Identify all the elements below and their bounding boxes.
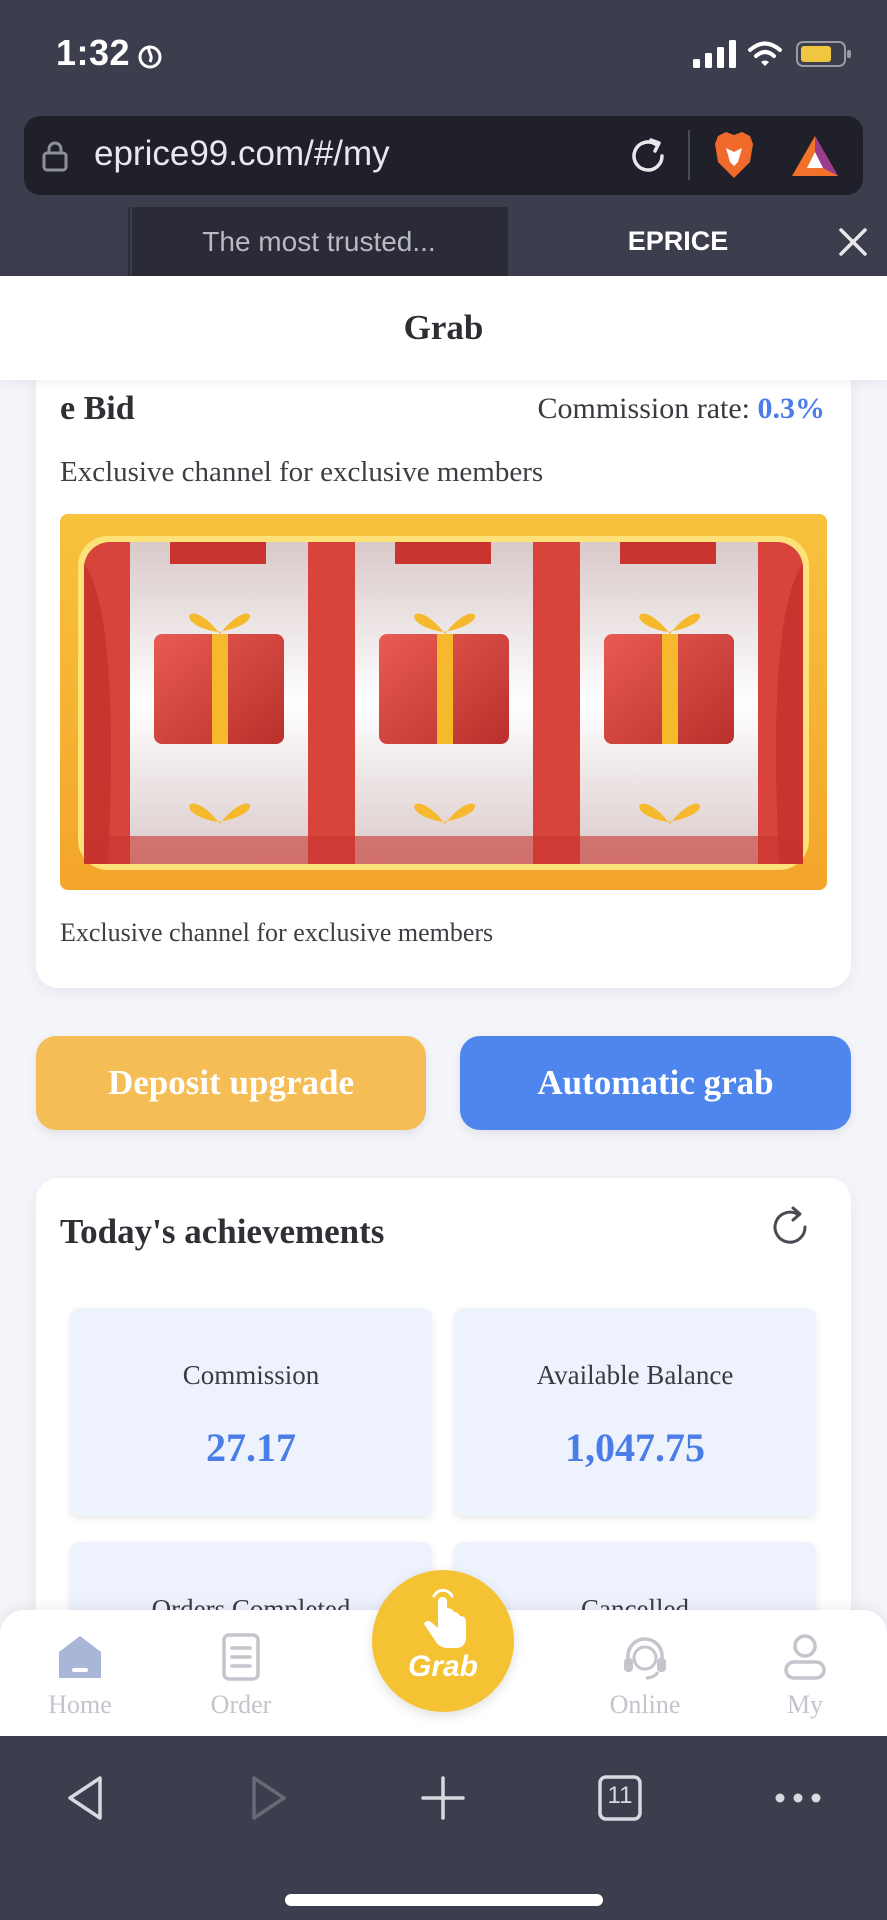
tap-hand-icon xyxy=(424,1588,466,1648)
stat-available-balance-label: Available Balance xyxy=(536,1360,734,1390)
browser-top-chrome: 1:32 eprice99.com/#/my The most trusted.… xyxy=(0,0,887,276)
commission-rate-value: 0.3% xyxy=(757,392,826,425)
bid-subtitle: Exclusive channel for exclusive members xyxy=(60,456,544,488)
user-icon xyxy=(784,1634,826,1680)
lock-icon xyxy=(42,141,68,172)
tab-overflow[interactable] xyxy=(0,207,130,276)
new-tab-icon[interactable] xyxy=(413,1768,473,1828)
status-time: 1:32 xyxy=(56,32,131,73)
refresh-icon[interactable] xyxy=(767,1204,813,1250)
tab-trusted-label: The most trusted... xyxy=(202,225,436,257)
stat-commission-label: Commission xyxy=(182,1360,320,1390)
achievements-title: Today's achievements xyxy=(60,1212,385,1251)
tab-count: 11 xyxy=(607,1782,633,1809)
close-icon[interactable] xyxy=(836,225,870,259)
back-icon[interactable] xyxy=(58,1768,118,1828)
status-bar: 1:32 xyxy=(0,0,887,108)
address-bar-divider xyxy=(688,130,690,180)
deposit-upgrade-label: Deposit upgrade xyxy=(108,1063,354,1102)
page-header: Grab xyxy=(0,276,887,380)
nav-grab-label: Grab xyxy=(407,1650,479,1683)
battery-icon xyxy=(796,41,851,67)
browser-bottom-toolbar: 11 xyxy=(0,1736,887,1920)
nav-item-order[interactable]: Order xyxy=(186,1632,296,1720)
reload-icon[interactable] xyxy=(626,134,670,178)
bat-rewards-icon[interactable] xyxy=(790,134,840,178)
stat-available-balance: Available Balance 1,047.75 xyxy=(454,1308,816,1516)
stat-commission-value: 27.17 xyxy=(206,1425,296,1470)
tab-switcher-button[interactable]: 11 xyxy=(590,1768,650,1828)
page-title: Grab xyxy=(403,308,484,347)
bid-card: e Bid Commission rate: 0.3% Exclusive ch… xyxy=(36,350,851,988)
stat-available-balance-value: 1,047.75 xyxy=(565,1425,705,1470)
nav-item-online[interactable]: Online xyxy=(590,1632,700,1720)
hotspot-icon xyxy=(138,45,162,69)
forward-icon[interactable] xyxy=(236,1768,296,1828)
wifi-icon xyxy=(748,41,782,66)
commission-rate-label: Commission rate: xyxy=(537,392,758,425)
stat-commission: Commission 27.17 xyxy=(70,1308,432,1516)
headset-icon xyxy=(624,1637,666,1680)
bid-footer-text: Exclusive channel for exclusive members xyxy=(60,918,494,947)
tab-strip: The most trusted... EPRICE xyxy=(0,207,887,276)
nav-home-label: Home xyxy=(48,1690,112,1719)
deposit-upgrade-button[interactable]: Deposit upgrade xyxy=(36,1036,426,1130)
address-bar[interactable]: eprice99.com/#/my xyxy=(24,116,863,195)
tab-eprice[interactable]: EPRICE xyxy=(510,207,846,276)
home-icon xyxy=(59,1636,101,1678)
brave-shields-icon[interactable] xyxy=(712,130,756,180)
automatic-grab-button[interactable]: Automatic grab xyxy=(460,1036,851,1130)
nav-item-home[interactable]: Home xyxy=(25,1632,135,1720)
order-icon xyxy=(222,1633,260,1681)
tab-trusted[interactable]: The most trusted... xyxy=(132,207,508,276)
nav-order-label: Order xyxy=(210,1690,272,1719)
nav-item-my[interactable]: My xyxy=(750,1632,860,1720)
cellular-signal-icon xyxy=(693,40,736,68)
nav-online-label: Online xyxy=(609,1690,681,1719)
more-options-icon[interactable] xyxy=(768,1768,828,1828)
bid-title: e Bid xyxy=(60,390,135,427)
automatic-grab-label: Automatic grab xyxy=(537,1063,774,1102)
home-indicator[interactable] xyxy=(285,1894,603,1906)
tab-eprice-label: EPRICE xyxy=(627,226,729,256)
slot-machine-gift-banner xyxy=(60,514,827,890)
commission-rate: Commission rate: 0.3% xyxy=(538,392,826,426)
nav-item-grab[interactable]: Grab xyxy=(372,1570,514,1712)
bottom-nav: Home Order Grab Online My xyxy=(0,1570,887,1736)
url-text[interactable]: eprice99.com/#/my xyxy=(94,134,390,174)
nav-my-label: My xyxy=(786,1690,824,1719)
